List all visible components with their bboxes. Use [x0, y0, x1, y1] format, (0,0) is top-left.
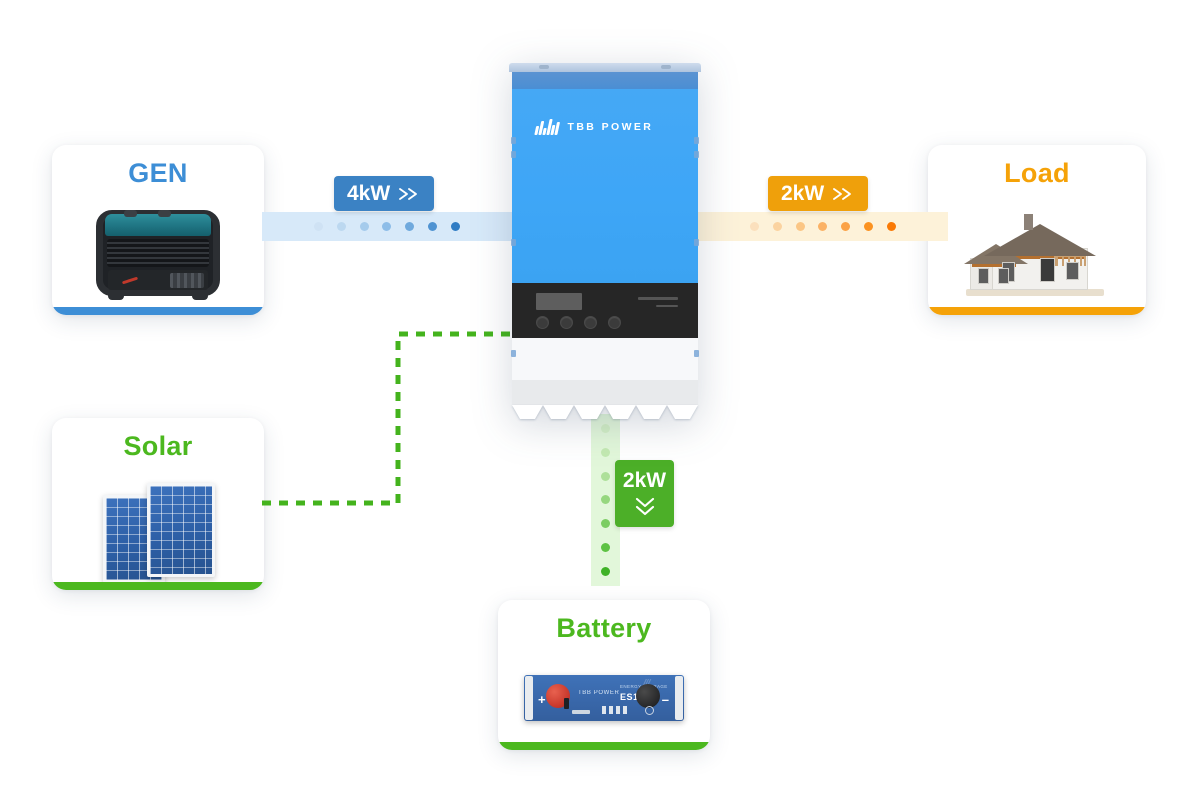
flow-load-dot	[772, 222, 782, 231]
device-card-solar[interactable]: Solar	[52, 418, 264, 590]
flow-gen-dot	[336, 222, 346, 231]
double-chevron-down-icon	[631, 495, 659, 517]
flow-gen-dot	[428, 222, 438, 231]
battery-brand-label: TBB POWER	[578, 690, 620, 697]
inverter-device[interactable]: TBB POWER	[509, 63, 701, 419]
flow-load-dot	[750, 222, 759, 231]
card-accent-bar-solar	[52, 582, 264, 590]
flow-battery-dot	[601, 519, 610, 529]
solar-panels-image	[52, 464, 264, 590]
inverter-button-enter[interactable]	[608, 316, 621, 329]
house-image	[928, 191, 1146, 315]
battery-positive-sign: +	[538, 692, 546, 708]
inverter-top-band	[512, 72, 698, 89]
inverter-button-up[interactable]	[560, 316, 573, 329]
card-accent-bar-load	[928, 307, 1146, 315]
flow-battery-dot	[601, 543, 610, 553]
generator-image	[52, 191, 264, 315]
flow-badge-inverter-to-battery[interactable]: 2kW	[615, 460, 674, 527]
flow-battery-dot	[601, 424, 610, 433]
flow-track-inverter-to-load	[698, 212, 948, 241]
flow-value-gen: 4kW	[347, 182, 391, 205]
inverter-heatsink-fins	[512, 405, 698, 419]
flow-load-dot	[841, 222, 851, 231]
battery-rack-image: /// + TBB POWER ENERGY STORAGE ES100 –	[498, 646, 710, 750]
flow-value-load: 2kW	[781, 182, 825, 205]
flow-battery-dot	[601, 447, 610, 457]
flow-gen-dot	[450, 222, 460, 231]
inverter-button-power[interactable]	[536, 316, 549, 329]
double-chevron-right-icon	[831, 186, 855, 202]
flow-load-dot	[818, 222, 828, 231]
solar-to-inverter-dashed-path	[262, 331, 512, 506]
card-title-solar: Solar	[123, 431, 193, 461]
inverter-brand-text: TBB POWER	[567, 121, 654, 133]
flow-badge-inverter-to-load[interactable]: 2kW	[768, 176, 869, 211]
card-accent-bar-battery	[498, 742, 710, 750]
inverter-lcd-display	[536, 293, 582, 310]
flow-gen-dot	[405, 222, 415, 231]
waveform-logo-icon	[534, 119, 560, 135]
device-card-load[interactable]: Load	[928, 145, 1146, 315]
inverter-control-panel[interactable]	[512, 283, 698, 338]
inverter-top-rail	[509, 63, 701, 72]
flow-load-dot	[864, 222, 874, 231]
battery-negative-sign: –	[661, 692, 669, 708]
inverter-button-row[interactable]	[536, 316, 621, 329]
flow-track-gen-to-inverter	[262, 212, 512, 241]
inverter-button-down[interactable]	[584, 316, 597, 329]
card-title-battery: Battery	[556, 613, 652, 643]
flow-gen-dot	[359, 222, 369, 231]
inverter-lower-body	[511, 338, 699, 380]
inverter-vent-bars	[638, 297, 678, 312]
flow-battery-dot	[601, 471, 610, 481]
flow-load-dot	[795, 222, 805, 231]
flow-badge-gen-to-inverter[interactable]: 4kW	[334, 176, 435, 211]
flow-gen-dot	[382, 222, 392, 231]
flow-value-battery: 2kW	[622, 469, 667, 492]
device-card-battery[interactable]: Battery /// + TBB POWER ENERGY STORAGE E…	[498, 600, 710, 750]
inverter-front-face: TBB POWER	[511, 89, 699, 283]
inverter-brand-logo: TBB POWER	[534, 119, 654, 135]
inverter-base-band	[512, 380, 698, 405]
flow-load-dot	[886, 222, 896, 231]
card-accent-bar-gen	[52, 307, 264, 315]
energy-flow-diagram: GEN Solar Load Battery + TBB POWER ENERG…	[0, 0, 1200, 800]
card-title-load: Load	[1004, 158, 1070, 188]
flow-gen-dot	[314, 222, 323, 231]
flow-battery-dot	[601, 566, 610, 576]
flow-battery-dot	[601, 495, 610, 505]
double-chevron-right-icon	[397, 186, 421, 202]
card-title-gen: GEN	[128, 158, 188, 188]
battery-negative-terminal	[636, 684, 660, 709]
device-card-gen[interactable]: GEN	[52, 145, 264, 315]
